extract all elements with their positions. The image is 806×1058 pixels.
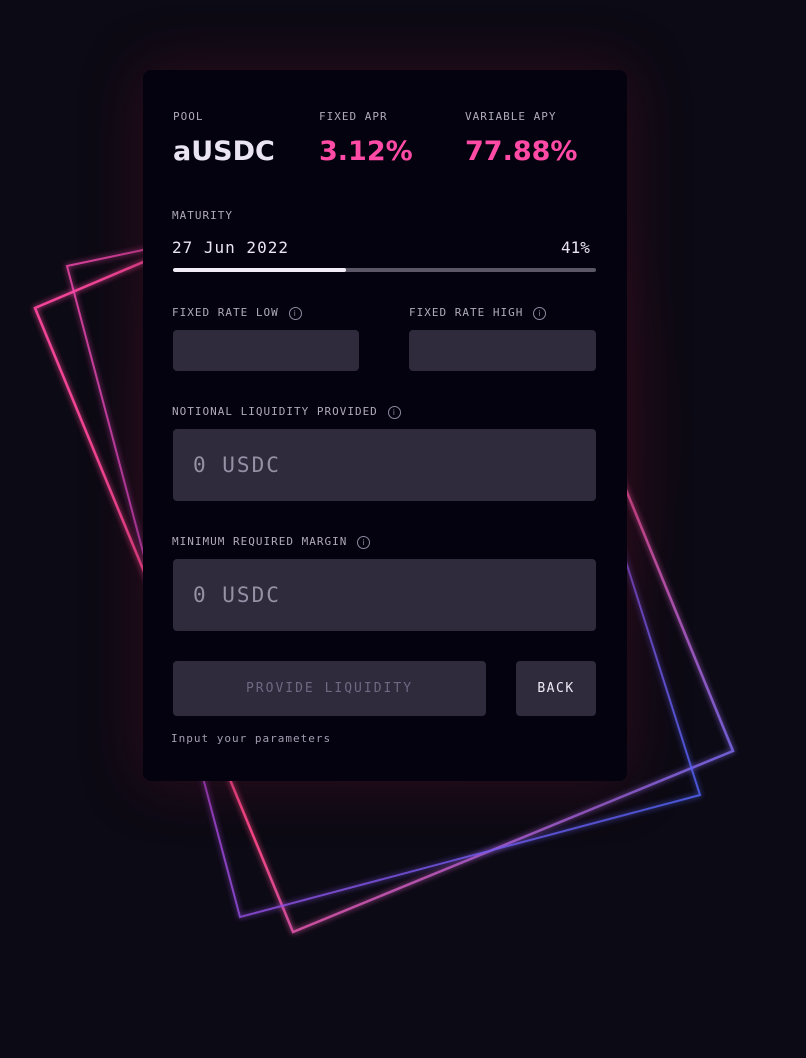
provide-liquidity-button[interactable]: PROVIDE LIQUIDITY xyxy=(173,661,486,716)
notional-liquidity-label-text: NOTIONAL LIQUIDITY PROVIDED xyxy=(172,405,378,418)
provide-liquidity-card: POOL aUSDC FIXED APR 3.12% VARIABLE APY … xyxy=(143,70,627,781)
notional-liquidity-input[interactable]: 0 USDC xyxy=(173,429,596,501)
fixed-apr-label: FIXED APR xyxy=(319,110,388,123)
maturity-progress-text: 41% xyxy=(561,238,590,257)
fixed-apr-value: 3.12% xyxy=(319,136,413,167)
notional-liquidity-value: 0 USDC xyxy=(193,453,281,477)
fixed-rate-low-label: FIXED RATE LOW i xyxy=(172,306,302,320)
minimum-margin-input[interactable]: 0 USDC xyxy=(173,559,596,631)
minimum-margin-label-text: MINIMUM REQUIRED MARGIN xyxy=(172,535,348,548)
maturity-progress-bar xyxy=(173,268,596,272)
info-icon[interactable]: i xyxy=(387,405,401,419)
back-button[interactable]: BACK xyxy=(516,661,596,716)
info-icon[interactable]: i xyxy=(533,306,547,320)
variable-apy-label: VARIABLE APY xyxy=(465,110,557,123)
maturity-date: 27 Jun 2022 xyxy=(172,238,289,257)
maturity-label: MATURITY xyxy=(172,209,233,222)
fixed-rate-low-input[interactable] xyxy=(173,330,359,371)
minimum-margin-label: MINIMUM REQUIRED MARGIN i xyxy=(172,535,371,549)
fixed-rate-low-label-text: FIXED RATE LOW xyxy=(172,306,279,319)
hint-text: Input your parameters xyxy=(171,732,332,745)
info-icon[interactable]: i xyxy=(357,535,371,549)
minimum-margin-value: 0 USDC xyxy=(193,583,281,607)
pool-label: POOL xyxy=(173,110,204,123)
pool-value: aUSDC xyxy=(173,136,275,167)
fixed-rate-high-input[interactable] xyxy=(409,330,596,371)
fixed-rate-high-label-text: FIXED RATE HIGH xyxy=(409,306,524,319)
info-icon[interactable]: i xyxy=(288,306,302,320)
notional-liquidity-label: NOTIONAL LIQUIDITY PROVIDED i xyxy=(172,405,401,419)
variable-apy-value: 77.88% xyxy=(465,136,578,167)
maturity-progress-fill xyxy=(173,268,347,272)
fixed-rate-high-label: FIXED RATE HIGH i xyxy=(409,306,547,320)
